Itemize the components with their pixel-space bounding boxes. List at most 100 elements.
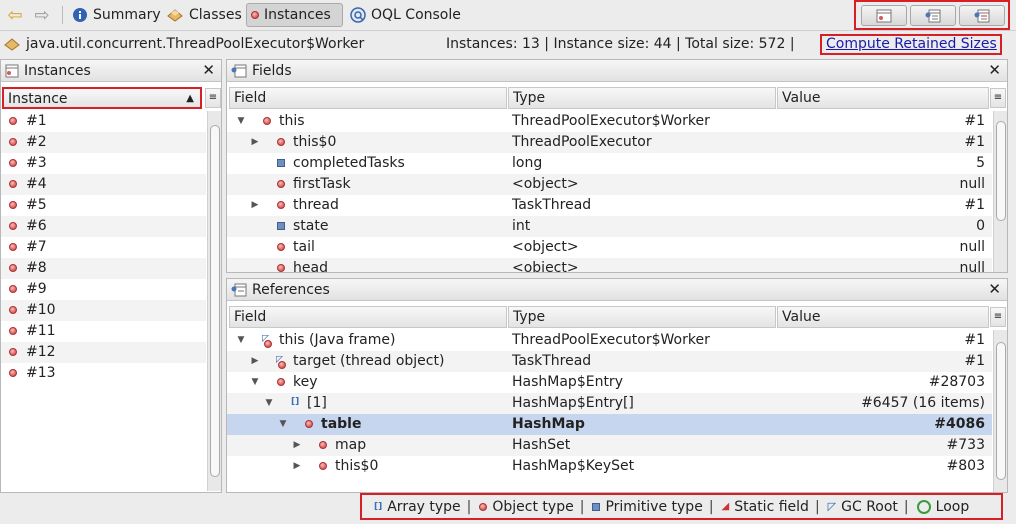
- expand-toggle-icon[interactable]: ▶: [249, 351, 261, 372]
- legend-label: Static field: [734, 498, 809, 515]
- instance-label: #8: [26, 260, 47, 276]
- instance-view-button[interactable]: [861, 5, 907, 26]
- tab-summary[interactable]: Summary: [68, 3, 165, 27]
- instance-list-item[interactable]: #3: [1, 153, 206, 174]
- close-icon[interactable]: ✕: [988, 280, 1001, 298]
- collapse-toggle-icon[interactable]: ▼: [277, 414, 289, 435]
- references-tree-row[interactable]: ▶ this$0 HashMap$KeySet #803: [227, 456, 992, 477]
- field-name: firstTask: [293, 176, 351, 192]
- field-value: #1: [964, 353, 985, 369]
- fields-tree-row[interactable]: completedTasks long 5: [227, 153, 992, 174]
- show-nearest-gc-root-icon: [974, 9, 990, 22]
- instance-list-item[interactable]: #4: [1, 174, 206, 195]
- references-tree-row[interactable]: ▶ ◸ target (thread object) TaskThread #1: [227, 351, 992, 372]
- instances-scrollbar[interactable]: [207, 111, 221, 491]
- fields-tree-row[interactable]: firstTask <object> null: [227, 174, 992, 195]
- class-name-text: java.util.concurrent.ThreadPoolExecutor$…: [26, 36, 365, 52]
- collapse-toggle-icon[interactable]: ▼: [249, 372, 261, 393]
- fields-tree-row[interactable]: ▶ this$0 ThreadPoolExecutor #1: [227, 132, 992, 153]
- object-type-icon: [9, 117, 17, 125]
- collapse-toggle-icon[interactable]: ▼: [235, 330, 247, 351]
- references-tree-row[interactable]: ▼ [] [1] HashMap$Entry[] #6457 (16 items): [227, 393, 992, 414]
- references-column-value[interactable]: Value: [777, 306, 989, 328]
- references-tree-row[interactable]: ▼ key HashMap$Entry #28703: [227, 372, 992, 393]
- tab-classes[interactable]: Classes: [162, 3, 246, 27]
- fields-column-value[interactable]: Value: [777, 87, 989, 109]
- field-type: TaskThread: [512, 353, 592, 369]
- fields-scrollbar[interactable]: [993, 111, 1007, 272]
- close-icon[interactable]: ✕: [988, 61, 1001, 79]
- references-column-field-label: Field: [234, 309, 267, 325]
- fields-tree-row[interactable]: head <object> null: [227, 258, 992, 272]
- field-name: completedTasks: [293, 155, 405, 171]
- object-type-icon: [9, 243, 17, 251]
- tab-instances[interactable]: Instances: [246, 3, 343, 27]
- field-value: 5: [976, 155, 985, 171]
- tab-oql-console[interactable]: OQL Console: [346, 3, 465, 27]
- fields-tree-row[interactable]: ▶ thread TaskThread #1: [227, 195, 992, 216]
- primitive-type-icon: [277, 222, 285, 230]
- right-arrow-icon[interactable]: ⇨: [30, 4, 54, 26]
- instance-column-header[interactable]: Instance ▲: [2, 87, 202, 109]
- close-icon[interactable]: ✕: [202, 61, 215, 79]
- instance-list-item[interactable]: #12: [1, 342, 206, 363]
- references-panel-header: References ✕: [227, 279, 1007, 301]
- fields-column-field[interactable]: Field: [229, 87, 507, 109]
- references-column-type-label: Type: [513, 309, 546, 325]
- collapse-toggle-icon[interactable]: ▼: [235, 111, 247, 132]
- fields-panel-icon: [231, 64, 247, 77]
- fields-tree-row[interactable]: state int 0: [227, 216, 992, 237]
- field-type: HashMap$Entry: [512, 374, 623, 390]
- instances-panel-title: Instances: [24, 62, 91, 79]
- fields-scroll-thumb[interactable]: [996, 121, 1006, 221]
- left-arrow-icon[interactable]: ⇦: [3, 4, 27, 26]
- fields-tree-row[interactable]: ▼ this ThreadPoolExecutor$Worker #1: [227, 111, 992, 132]
- references-scroll-thumb[interactable]: [996, 342, 1006, 480]
- show-nearest-gc-root-button[interactable]: [959, 5, 1005, 26]
- instance-list-item[interactable]: #10: [1, 300, 206, 321]
- instance-label: #13: [26, 365, 56, 381]
- instance-label: #12: [26, 344, 56, 360]
- instance-list-item[interactable]: #9: [1, 279, 206, 300]
- instance-list-item[interactable]: #6: [1, 216, 206, 237]
- references-scrollbar[interactable]: [993, 330, 1007, 492]
- instance-list-item[interactable]: #2: [1, 132, 206, 153]
- fields-tree: ▼ this ThreadPoolExecutor$Worker #1 ▶ this$0 T…: [227, 111, 992, 272]
- fields-column-type[interactable]: Type: [508, 87, 776, 109]
- references-tree-row[interactable]: ▼ ◸ this (Java frame) ThreadPoolExecutor$Wo…: [227, 330, 992, 351]
- field-type: HashMap: [512, 416, 585, 432]
- field-value: null: [959, 239, 985, 255]
- references-tree-row[interactable]: ▼ table HashMap #4086: [227, 414, 992, 435]
- field-name: head: [293, 260, 328, 272]
- instance-list-item[interactable]: #5: [1, 195, 206, 216]
- references-tree-row[interactable]: ▶ map HashSet #733: [227, 435, 992, 456]
- object-type-icon: [9, 222, 17, 230]
- instance-label: #4: [26, 176, 47, 192]
- instance-list-item[interactable]: #11: [1, 321, 206, 342]
- references-column-type[interactable]: Type: [508, 306, 776, 328]
- instance-list-item[interactable]: #13: [1, 363, 206, 384]
- column-options-icon[interactable]: ≡: [990, 88, 1006, 108]
- expand-toggle-icon[interactable]: ▶: [291, 435, 303, 456]
- instance-list-item[interactable]: #7: [1, 237, 206, 258]
- field-type: <object>: [512, 239, 579, 255]
- expand-toggle-icon[interactable]: ▶: [249, 132, 261, 153]
- column-options-icon[interactable]: ≡: [205, 88, 221, 108]
- fields-tree-row[interactable]: tail <object> null: [227, 237, 992, 258]
- compute-retained-sizes-link[interactable]: Compute Retained Sizes: [826, 36, 997, 52]
- field-name: key: [293, 374, 318, 390]
- instance-list-item[interactable]: #8: [1, 258, 206, 279]
- field-name: this$0: [293, 134, 337, 150]
- column-options-icon[interactable]: ≡: [990, 307, 1006, 327]
- expand-toggle-icon[interactable]: ▶: [249, 195, 261, 216]
- instances-scroll-thumb[interactable]: [210, 125, 220, 477]
- show-in-tree-button[interactable]: [910, 5, 956, 26]
- collapse-toggle-icon[interactable]: ▼: [263, 393, 275, 414]
- fields-panel-header: Fields ✕: [227, 60, 1007, 82]
- field-name: map: [335, 437, 367, 453]
- instance-list-item[interactable]: #1: [1, 111, 206, 132]
- object-type-icon: [319, 441, 327, 449]
- references-column-field[interactable]: Field: [229, 306, 507, 328]
- instance-label: #3: [26, 155, 47, 171]
- expand-toggle-icon[interactable]: ▶: [291, 456, 303, 477]
